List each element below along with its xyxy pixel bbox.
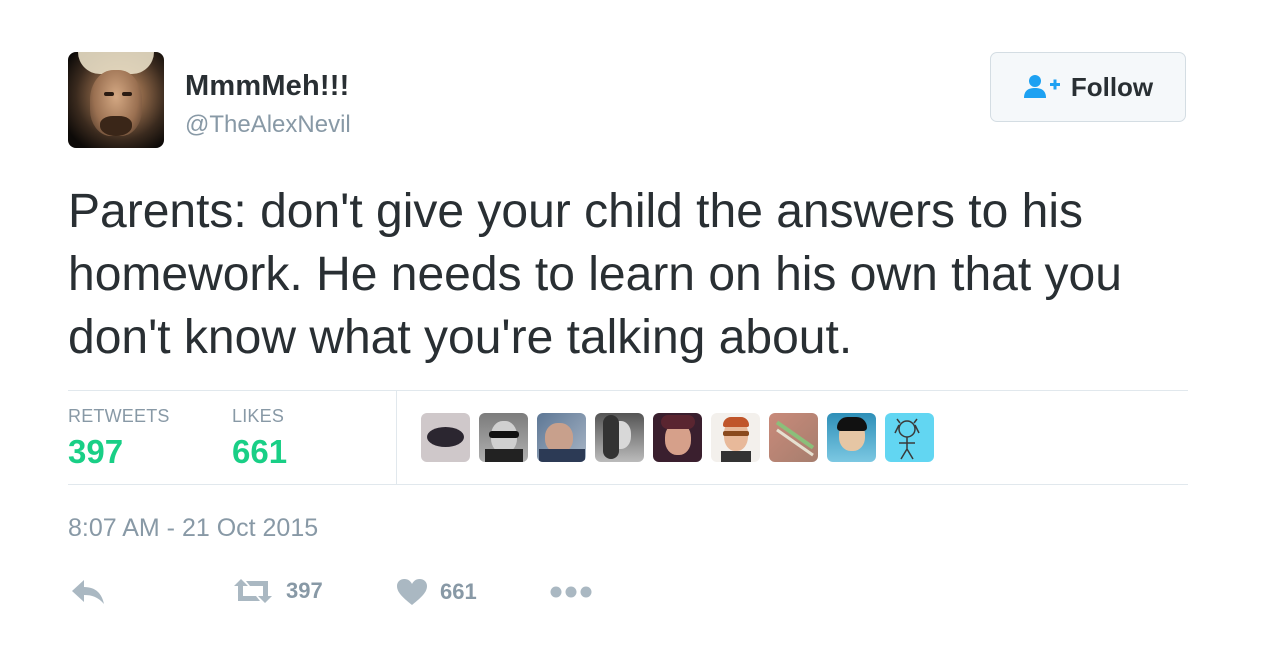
more-button[interactable] — [550, 585, 592, 599]
reply-button[interactable] — [70, 578, 106, 606]
liker-avatar[interactable] — [653, 413, 702, 462]
retweets-label: RETWEETS — [68, 406, 170, 426]
avatar-beard — [100, 116, 132, 136]
like-count: 661 — [440, 579, 477, 604]
reply-icon — [72, 580, 104, 604]
liker-avatar[interactable] — [711, 413, 760, 462]
likes-stat[interactable]: LIKES 661 — [232, 406, 287, 471]
retweet-icon — [234, 579, 272, 603]
liker-avatars — [421, 413, 943, 462]
avatar-eye — [104, 92, 114, 96]
tweet-timestamp[interactable]: 8:07 AM - 21 Oct 2015 — [68, 514, 318, 543]
avatar-eye — [122, 92, 132, 96]
author-name[interactable]: MmmMeh!!! — [185, 70, 350, 103]
follow-button[interactable]: Follow — [990, 52, 1186, 122]
liker-avatar[interactable] — [537, 413, 586, 462]
likes-label: LIKES — [232, 406, 285, 426]
retweets-stat[interactable]: RETWEETS 397 — [68, 406, 170, 471]
follow-label: Follow — [1070, 71, 1154, 102]
liker-avatar[interactable] — [421, 413, 470, 462]
likes-count: 661 — [232, 433, 288, 470]
liker-avatar[interactable] — [479, 413, 528, 462]
divider — [68, 484, 1188, 485]
liker-avatar[interactable] — [769, 413, 818, 462]
author-handle[interactable]: @TheAlexNevil — [185, 111, 351, 139]
heart-icon — [397, 579, 427, 605]
divider-vertical — [396, 391, 397, 484]
liker-avatar[interactable] — [827, 413, 876, 462]
tweet-text: Parents: don't give your child the answe… — [68, 185, 1122, 364]
divider — [68, 390, 1188, 391]
author-avatar[interactable] — [68, 52, 164, 148]
more-icon — [550, 586, 592, 598]
retweet-button[interactable]: 397 — [232, 578, 323, 604]
like-button[interactable]: 661 — [396, 578, 477, 606]
liker-avatar[interactable] — [595, 413, 644, 462]
retweets-count: 397 — [68, 433, 124, 470]
retweet-count: 397 — [286, 578, 323, 603]
liker-avatar[interactable] — [885, 413, 934, 462]
person-add-icon — [1023, 75, 1060, 98]
